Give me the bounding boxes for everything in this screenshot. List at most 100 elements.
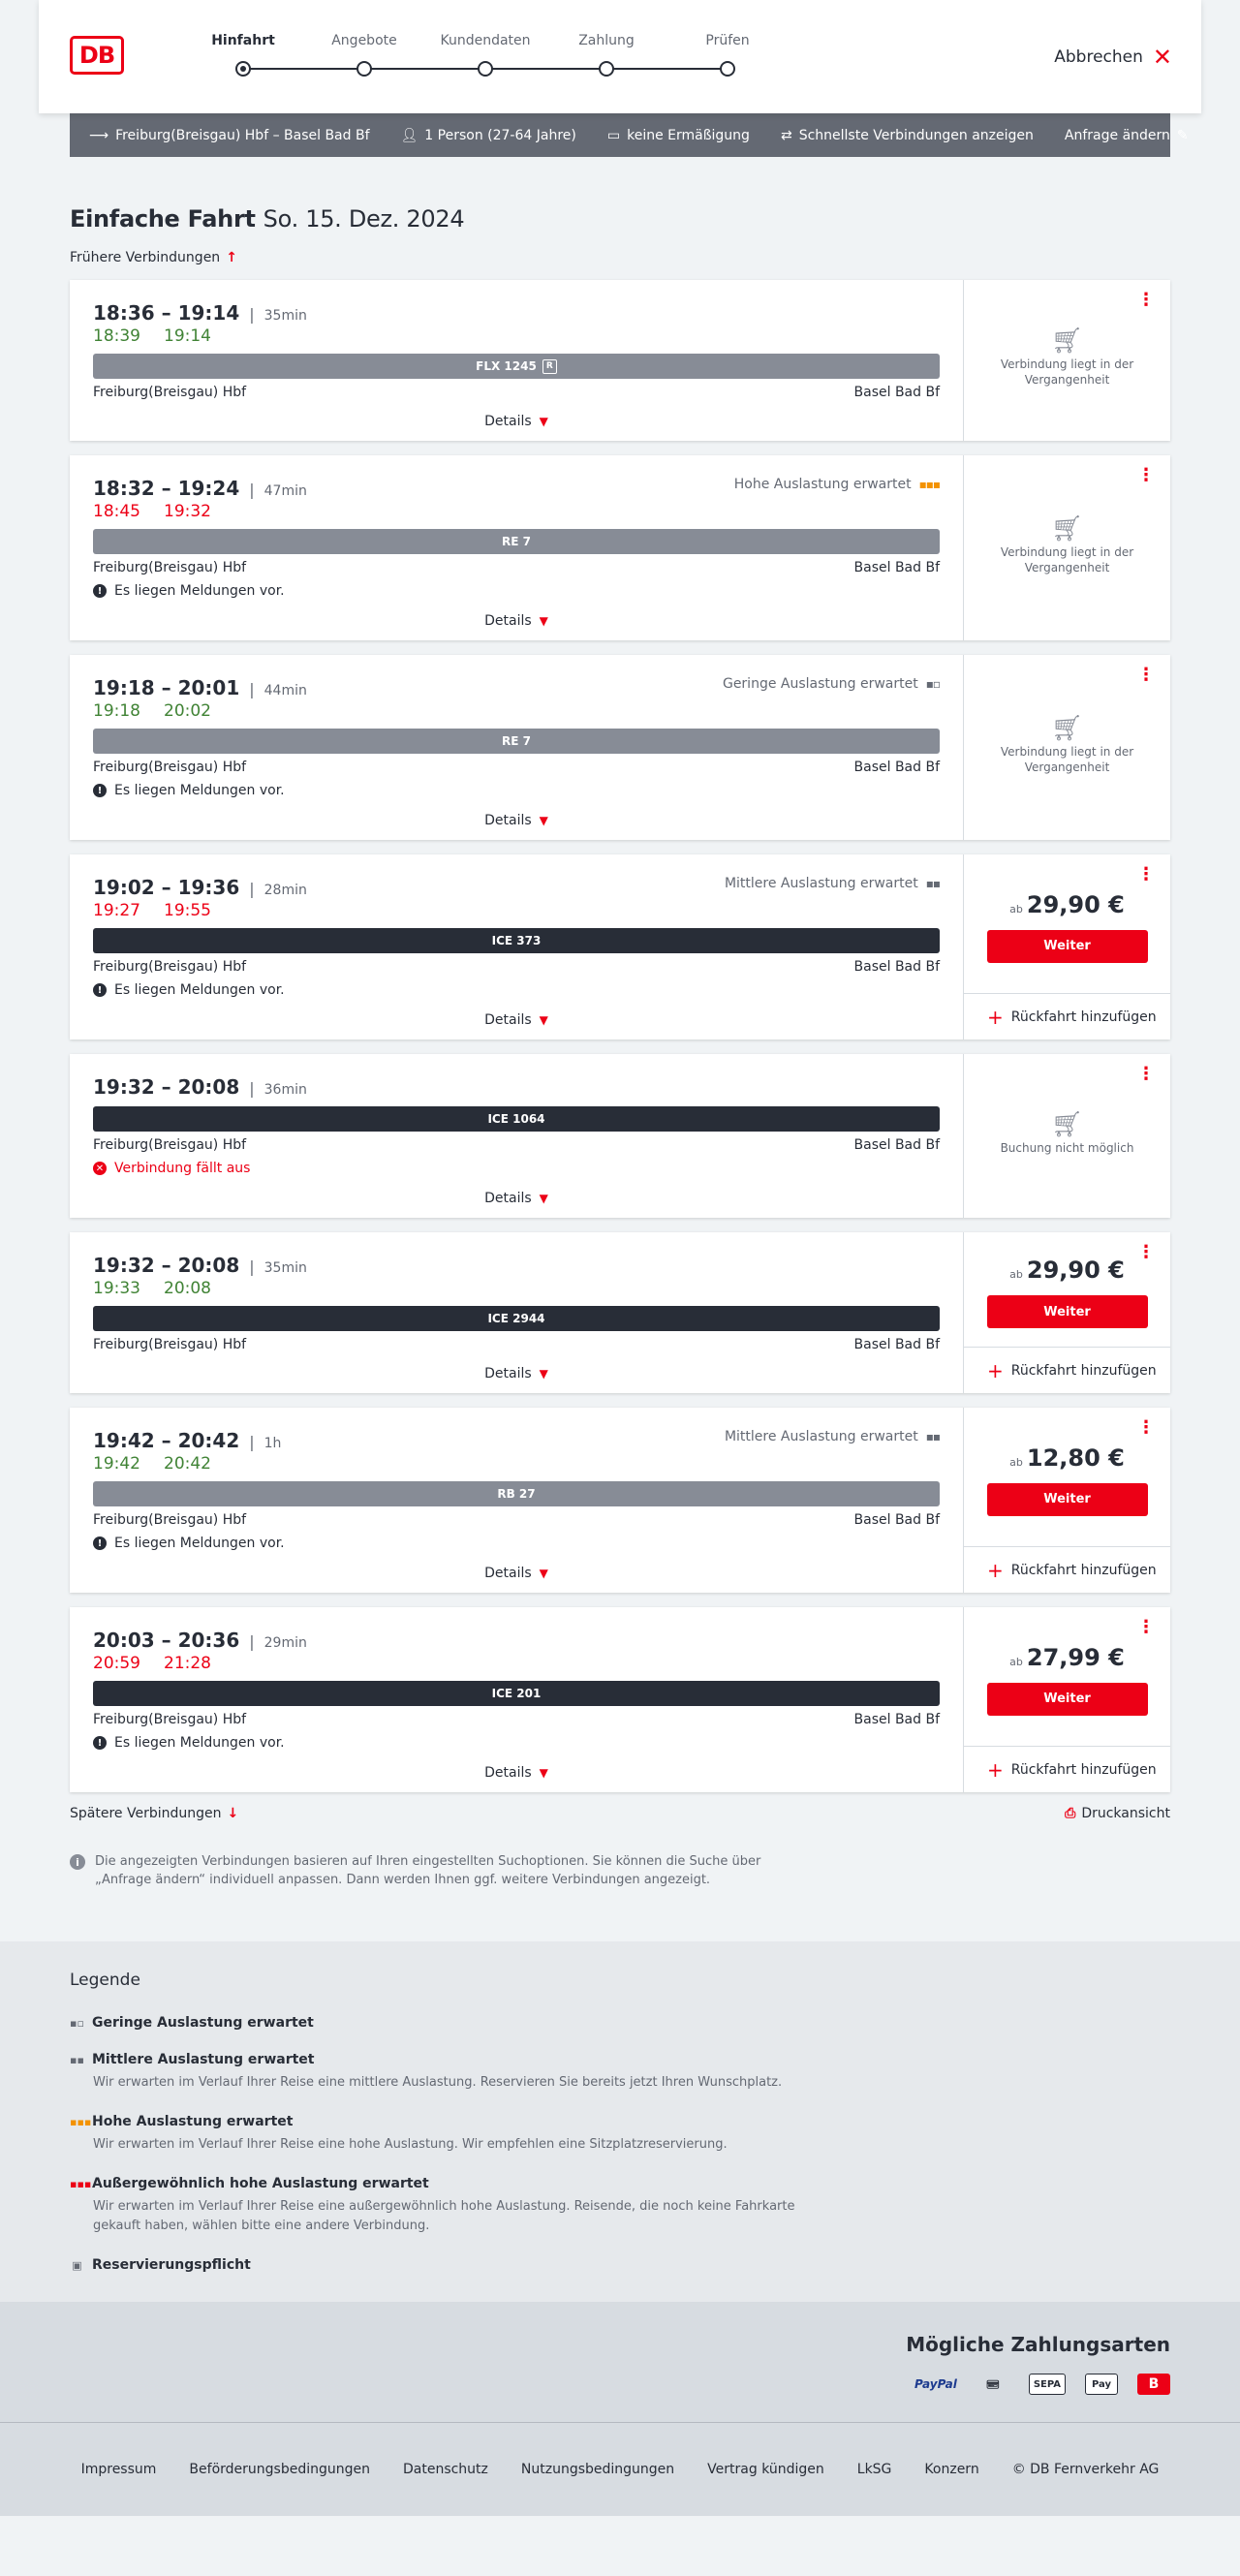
details-toggle[interactable]: Details ▼ xyxy=(93,1552,940,1593)
train-bar[interactable]: ICE 373 xyxy=(93,928,940,953)
plus-icon: + xyxy=(987,1757,1004,1782)
fastest-chip[interactable]: ⇄ Schnellste Verbindungen anzeigen xyxy=(781,128,1034,143)
price-prefix: ab xyxy=(1009,1655,1023,1668)
price: ab 29,90 € xyxy=(1009,891,1125,918)
chevron-down-icon: ▼ xyxy=(539,1013,548,1027)
details-toggle[interactable]: Details ▼ xyxy=(93,999,940,1040)
separator: | xyxy=(249,1079,255,1098)
train-bar[interactable]: RB 27 xyxy=(93,1481,940,1506)
more-options-icon[interactable]: ⋮ xyxy=(1137,866,1155,884)
details-toggle[interactable]: Details ▼ xyxy=(93,799,940,840)
realtime-departure: 18:45 xyxy=(93,502,140,521)
search-summary-bar: ⟶ Freiburg(Breisgau) Hbf – Basel Bad Bf 👤… xyxy=(70,113,1189,157)
more-options-icon[interactable]: ⋮ xyxy=(1137,467,1155,484)
more-options-icon[interactable]: ⋮ xyxy=(1137,667,1155,684)
connection-side: ⋮ ab 27,99 € Weiter + Rückfahrt hinzufügen xyxy=(963,1607,1170,1792)
persons-text: 1 Person (27-64 Jahre) xyxy=(424,127,576,143)
details-toggle[interactable]: Details ▼ xyxy=(93,1752,940,1792)
edit-request-button[interactable]: Anfrage ändern ✎ xyxy=(1065,128,1189,143)
continue-button[interactable]: Weiter xyxy=(986,929,1148,963)
more-options-icon[interactable]: ⋮ xyxy=(1137,1619,1155,1636)
price: ab 29,90 € xyxy=(1009,1257,1125,1284)
connection-times: 19:32 – 20:08 | 36min xyxy=(93,1075,940,1099)
arrow-down-icon: ↓ xyxy=(227,1806,239,1821)
add-return-button[interactable]: + Rückfahrt hinzufügen xyxy=(964,1347,1170,1393)
train-bar[interactable]: ICE 2944 xyxy=(93,1306,940,1331)
train-name: ICE 373 xyxy=(491,934,542,947)
cancel-button[interactable]: Abbrechen ✕ xyxy=(1054,46,1172,69)
continue-button[interactable]: Weiter xyxy=(986,1295,1148,1328)
continue-button[interactable]: Weiter xyxy=(986,1682,1148,1716)
arrival-station: Basel Bad Bf xyxy=(853,560,940,575)
trip-date: So. 15. Dez. 2024 xyxy=(263,205,465,233)
train-bar[interactable]: RE 7 xyxy=(93,529,940,554)
earlier-connections-link[interactable]: Frühere Verbindungen ↑ xyxy=(70,250,1170,265)
connection-message: ! Es liegen Meldungen vor. xyxy=(93,1734,940,1752)
legend-high-title: Hohe Auslastung erwartet xyxy=(92,2114,294,2129)
realtime-arrival: 19:32 xyxy=(164,502,211,521)
train-bar[interactable]: FLX 1245 R xyxy=(93,354,940,379)
add-return-button[interactable]: + Rückfahrt hinzufügen xyxy=(964,1546,1170,1593)
details-toggle[interactable]: Details ▼ xyxy=(93,1177,940,1218)
later-connections-link[interactable]: Spätere Verbindungen ↓ xyxy=(70,1806,238,1821)
departure-station: Freiburg(Breisgau) Hbf xyxy=(93,1337,247,1352)
payment-methods: Mögliche Zahlungsarten PayPal 💳︎ SEPA Pa… xyxy=(0,2302,1240,2422)
chevron-down-icon: ▼ xyxy=(539,814,548,827)
legend-low-title: Geringe Auslastung erwartet xyxy=(92,2015,314,2031)
realtime-departure: 20:59 xyxy=(93,1654,140,1673)
train-bar[interactable]: ICE 201 xyxy=(93,1681,940,1706)
planned-times: 18:32 – 19:24 xyxy=(93,477,240,500)
footer-link-konzern[interactable]: Konzern xyxy=(924,2462,978,2477)
connection-message: ✕ Verbindung fällt aus xyxy=(93,1160,940,1177)
continue-button[interactable]: Weiter xyxy=(986,1482,1148,1516)
train-name: FLX 1245 xyxy=(476,359,537,373)
footer-link-kuendigen[interactable]: Vertrag kündigen xyxy=(707,2462,824,2477)
connection-message: ! Es liegen Meldungen vor. xyxy=(93,1535,940,1552)
connection-card: 19:32 – 20:08 | 36min ICE 1064 Freiburg(… xyxy=(70,1054,1170,1218)
print-view-link[interactable]: ⎙ Druckansicht xyxy=(1065,1806,1170,1821)
footer-link-lksg[interactable]: LkSG xyxy=(857,2462,892,2477)
details-toggle[interactable]: Details ▼ xyxy=(93,1352,940,1393)
price-value: 29,90 € xyxy=(1026,890,1125,918)
departure-station: Freiburg(Breisgau) Hbf xyxy=(93,1512,247,1528)
reservation-icon: ▣ xyxy=(72,2258,82,2272)
footer-link-datenschutz[interactable]: Datenschutz xyxy=(403,2462,488,2477)
details-toggle[interactable]: Details ▼ xyxy=(93,400,940,441)
details-toggle[interactable]: Details ▼ xyxy=(93,600,940,640)
legend-extreme-title: Außergewöhnlich hohe Auslastung erwartet xyxy=(92,2176,429,2191)
legend-medium-title: Mittlere Auslastung erwartet xyxy=(92,2052,315,2067)
realtime-times: 18:39 19:14 xyxy=(93,326,940,346)
add-return-button[interactable]: + Rückfahrt hinzufügen xyxy=(964,993,1170,1040)
departure-station: Freiburg(Breisgau) Hbf xyxy=(93,560,247,575)
more-options-icon[interactable]: ⋮ xyxy=(1137,1066,1155,1083)
add-return-button[interactable]: + Rückfahrt hinzufügen xyxy=(964,1746,1170,1792)
more-options-icon[interactable]: ⋮ xyxy=(1137,292,1155,309)
train-bar[interactable]: ICE 1064 xyxy=(93,1106,940,1132)
legend-item-low: ▪▫ Geringe Auslastung erwartet xyxy=(70,2015,1170,2031)
footer-link-nutzung[interactable]: Nutzungsbedingungen xyxy=(521,2462,674,2477)
cart-icon: 🛒︎ xyxy=(1050,713,1083,743)
realtime-departure: 19:33 xyxy=(93,1279,140,1298)
connection-main: 20:03 – 20:36 | 29min 20:59 21:28 ICE 20… xyxy=(70,1607,963,1792)
duration: 29min xyxy=(264,1635,307,1651)
duration: 28min xyxy=(264,883,307,898)
planned-times: 18:36 – 19:14 xyxy=(93,301,240,325)
more-options-icon[interactable]: ⋮ xyxy=(1137,1419,1155,1437)
more-options-icon[interactable]: ⋮ xyxy=(1137,1244,1155,1261)
step-kundendaten: Kundendaten xyxy=(440,33,531,48)
train-bar[interactable]: RE 7 xyxy=(93,729,940,754)
price-prefix: ab xyxy=(1009,1455,1023,1469)
footer-link-befoerderung[interactable]: Beförderungsbedingungen xyxy=(189,2462,370,2477)
add-return-label: Rückfahrt hinzufügen xyxy=(1010,1362,1157,1379)
footer-link-impressum[interactable]: Impressum xyxy=(81,2462,157,2477)
legend-high-desc: Wir erwarten im Verlauf Ihrer Reise eine… xyxy=(93,2137,728,2152)
high-load-icon: ▪▪▪ xyxy=(918,478,941,491)
info-icon: i xyxy=(70,1854,85,1870)
footer-copyright: © DB Fernverkehr AG xyxy=(1011,2462,1160,2477)
realtime-arrival: 20:08 xyxy=(164,1279,211,1298)
realtime-departure: 19:27 xyxy=(93,901,140,920)
printer-icon: ⎙ xyxy=(1065,1806,1076,1821)
db-logo[interactable]: DB xyxy=(70,36,124,75)
connection-side: ⋮ ab 29,90 € Weiter + Rückfahrt hinzufügen xyxy=(963,1232,1170,1393)
medium-load-icon: ▪▪ xyxy=(925,877,941,890)
